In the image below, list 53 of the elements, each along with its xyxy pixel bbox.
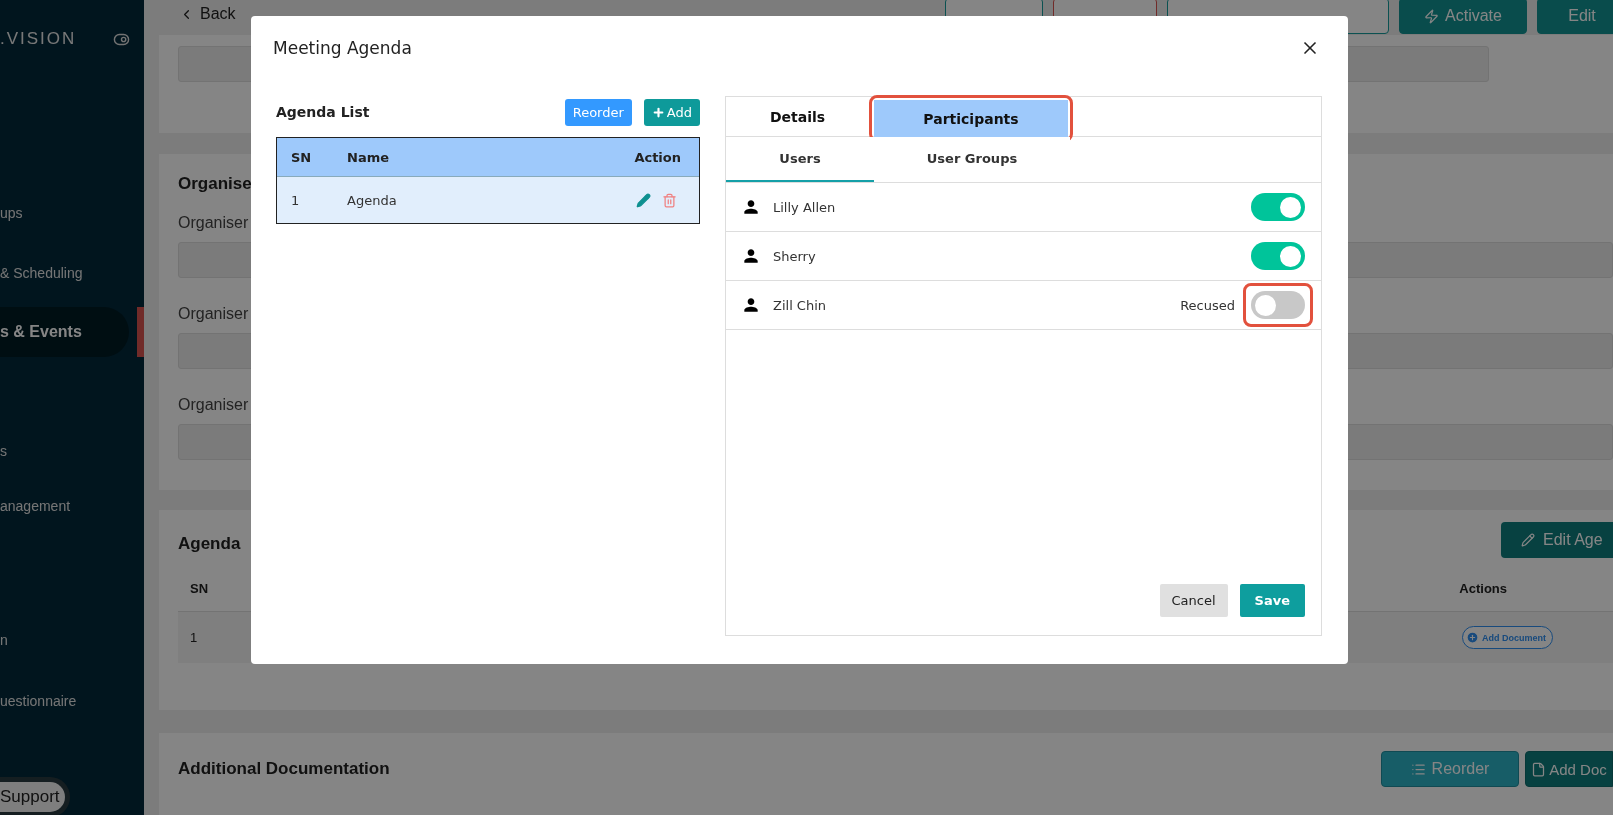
field-label: Organiser: [178, 396, 250, 414]
participant-name: Lilly Allen: [773, 199, 836, 215]
edit-agenda-button[interactable]: Edit Age: [1501, 522, 1613, 558]
participant-name: Zill Chin: [773, 297, 827, 313]
toggle-switch[interactable]: [1251, 242, 1305, 270]
table-row[interactable]: 1 Agenda: [277, 177, 699, 223]
column-header: Actions: [1458, 581, 1507, 596]
action-button[interactable]: Edit: [1537, 0, 1613, 34]
tab[interactable]: Participants: [874, 100, 1068, 137]
table-cell-text: 1: [290, 192, 301, 208]
list-icon: [1410, 761, 1426, 777]
action-button[interactable]: Activate: [1399, 0, 1527, 34]
table-cell-text: 1: [189, 630, 198, 645]
column-header: Name: [347, 149, 389, 165]
add-document-button[interactable]: Add Doc: [1525, 751, 1613, 787]
sidebar-item[interactable]: s & Events: [0, 307, 129, 357]
sidebar-item[interactable]: anagement: [0, 481, 144, 531]
sidebar-item[interactable]: s: [0, 426, 144, 476]
field-label: Organiser: [178, 214, 250, 232]
column-header: Action: [634, 149, 682, 165]
brand-logo: .VISION: [0, 29, 77, 49]
save-button[interactable]: Save: [1239, 584, 1305, 617]
reorder-button[interactable]: Reorder: [564, 98, 632, 126]
section-title: Agenda: [178, 534, 241, 554]
sidebar-item[interactable]: n: [0, 615, 144, 665]
section-title: Organise: [178, 174, 253, 194]
dialog-title: Meeting Agenda: [273, 38, 412, 58]
active-indicator: [137, 307, 144, 357]
toggle-switch[interactable]: [1251, 291, 1305, 319]
add-document-button[interactable]: Add Document: [1462, 626, 1553, 649]
sidebar-item[interactable]: & Scheduling: [0, 248, 144, 298]
cancel-button[interactable]: Cancel: [1159, 584, 1228, 617]
edit-button[interactable]: [636, 192, 651, 208]
column-header: SN: [290, 149, 313, 165]
agenda-list-title: Agenda List: [276, 104, 370, 120]
file-icon: [1531, 761, 1547, 777]
add-button[interactable]: Add: [643, 98, 700, 126]
support-button[interactable]: Support: [0, 777, 70, 815]
table-cell-text: Agenda: [347, 192, 398, 208]
lightning-icon: [1424, 8, 1440, 24]
plus-circle-icon: [1466, 631, 1479, 644]
sidebar-item[interactable]: ups: [0, 188, 144, 238]
pencil-icon: [1521, 533, 1535, 547]
status-label: Recused: [1180, 297, 1235, 313]
toggle-switch[interactable]: [1251, 193, 1305, 221]
subtab[interactable]: Users: [726, 137, 874, 182]
delete-button[interactable]: [662, 192, 677, 208]
back-link[interactable]: Back: [179, 5, 236, 23]
participant-name: Sherry: [773, 248, 816, 264]
plus-icon: [651, 105, 665, 119]
column-header: SN: [189, 581, 209, 596]
sidebar-item[interactable]: uestionnaire: [0, 676, 144, 726]
section-title: Additional Documentation: [178, 759, 390, 779]
